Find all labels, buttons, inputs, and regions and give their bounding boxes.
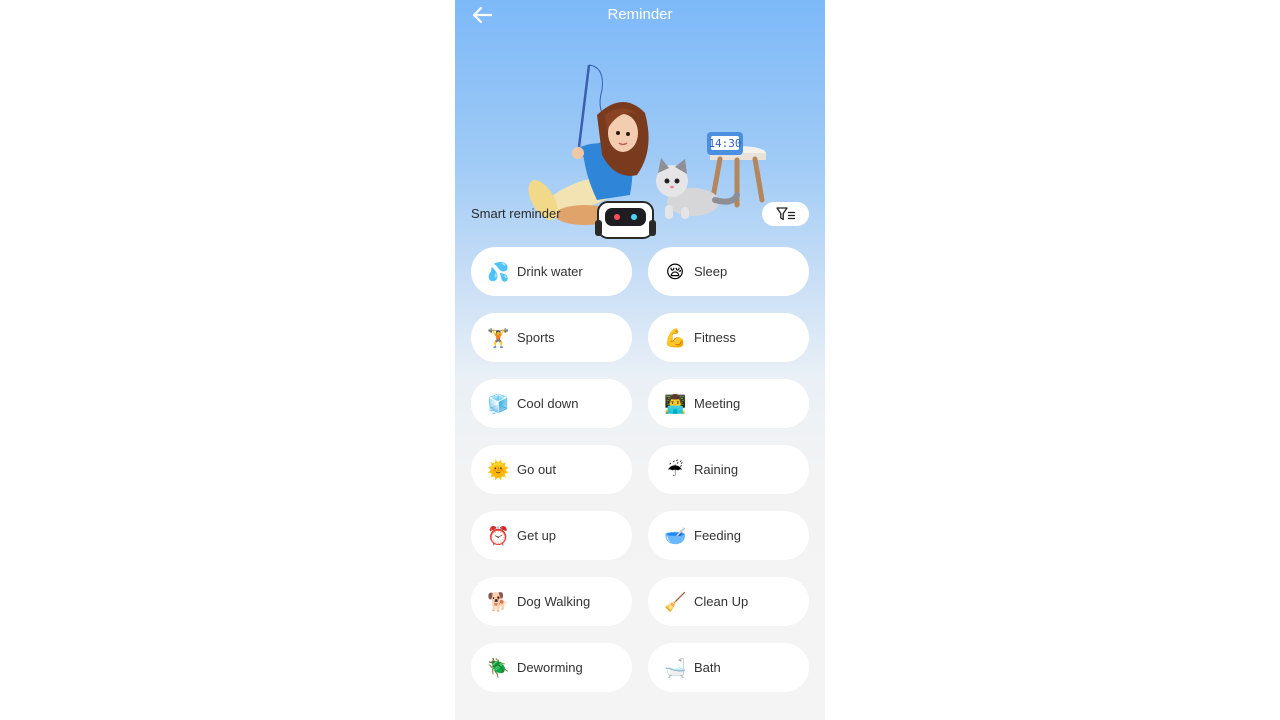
reminder-sports[interactable]: 🏋️ Sports bbox=[471, 313, 632, 362]
smart-reminder-heading: Smart reminder bbox=[471, 206, 561, 221]
reminder-feeding[interactable]: 🥣 Feeding bbox=[648, 511, 809, 560]
reminder-label: Go out bbox=[517, 462, 557, 477]
laptop-person-icon: 👨‍💻 bbox=[664, 393, 687, 414]
page-title: Reminder bbox=[607, 6, 673, 23]
reminder-label: Get up bbox=[517, 528, 557, 543]
ice-cube-icon: 🧊 bbox=[487, 393, 510, 414]
reminder-get-up[interactable]: ⏰ Get up bbox=[471, 511, 632, 560]
reminder-dog-walking[interactable]: 🐕 Dog Walking bbox=[471, 577, 632, 626]
reminder-meeting[interactable]: 👨‍💻 Meeting bbox=[648, 379, 809, 428]
reminder-go-out[interactable]: 🌞 Go out bbox=[471, 445, 632, 494]
alarm-clock-icon: ⏰ bbox=[487, 525, 510, 546]
reminder-label: Deworming bbox=[517, 660, 583, 675]
reminder-label: Meeting bbox=[694, 396, 741, 411]
pet-bowl-icon: 🥣 bbox=[664, 525, 687, 546]
filter-button[interactable] bbox=[762, 202, 809, 226]
filter-icon bbox=[775, 207, 795, 221]
top-bar: Reminder bbox=[455, 0, 825, 30]
bug-icon: 🪲 bbox=[487, 657, 510, 678]
reminder-label: Feeding bbox=[694, 528, 741, 543]
reminder-label: Clean Up bbox=[694, 594, 749, 609]
umbrella-icon: ☔ bbox=[666, 459, 684, 480]
broom-icon: 🧹 bbox=[664, 591, 687, 612]
reminder-label: Sleep bbox=[694, 264, 728, 279]
water-drops-icon: 💦 bbox=[487, 261, 510, 282]
clock-display: 14:30 bbox=[708, 137, 741, 150]
dumbbell-icon: 💪 bbox=[664, 327, 687, 348]
reminder-sleep[interactable]: 😪 Sleep bbox=[648, 247, 809, 296]
reminder-label: Sports bbox=[517, 330, 555, 345]
reminder-drink-water[interactable]: 💦 Drink water bbox=[471, 247, 632, 296]
reminder-label: Cool down bbox=[517, 396, 579, 411]
reminder-label: Raining bbox=[694, 462, 739, 477]
reminder-grid: 💦 Drink water 😪 Sleep 🏋️ Sports 💪 Fitnes… bbox=[471, 247, 809, 692]
reminder-cool-down[interactable]: 🧊 Cool down bbox=[471, 379, 632, 428]
weightlifter-icon: 🏋️ bbox=[487, 327, 510, 348]
sun-icon: 🌞 bbox=[487, 459, 510, 480]
sleepy-face-icon: 😪 bbox=[665, 261, 685, 282]
reminder-label: Bath bbox=[694, 660, 721, 675]
reminder-deworming[interactable]: 🪲 Deworming bbox=[471, 643, 632, 692]
dog-icon: 🐕 bbox=[487, 591, 510, 612]
reminder-bath[interactable]: 🛁 Bath bbox=[648, 643, 809, 692]
reminder-screen: Reminder 14:30 Smart reminder 💦 Drink wa… bbox=[455, 0, 825, 720]
reminder-fitness[interactable]: 💪 Fitness bbox=[648, 313, 809, 362]
reminder-raining[interactable]: ☔ Raining bbox=[648, 445, 809, 494]
reminder-label: Drink water bbox=[517, 264, 583, 279]
bathtub-icon: 🛁 bbox=[664, 657, 687, 678]
reminder-clean-up[interactable]: 🧹 Clean Up bbox=[648, 577, 809, 626]
reminder-label: Dog Walking bbox=[517, 594, 591, 609]
reminder-label: Fitness bbox=[694, 330, 736, 345]
